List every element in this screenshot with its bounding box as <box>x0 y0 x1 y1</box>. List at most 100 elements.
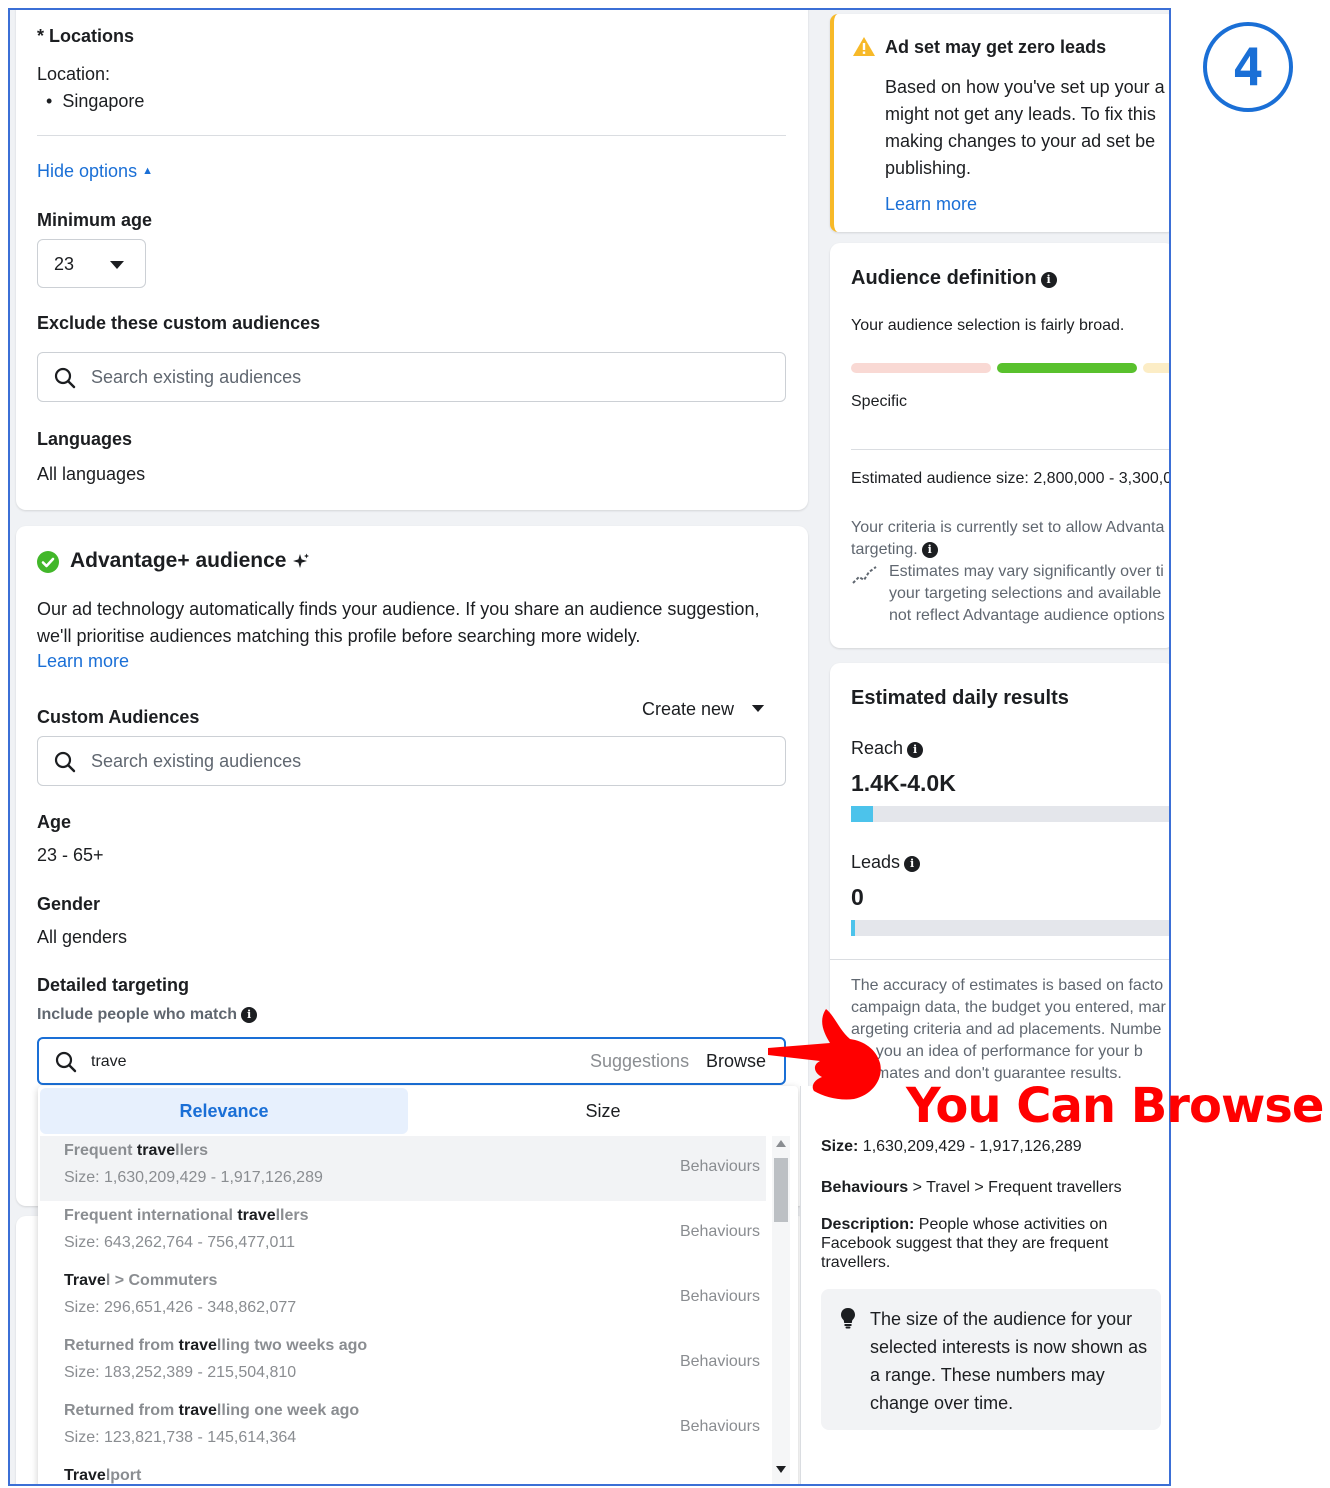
divider <box>851 449 1169 450</box>
detailed-targeting-label: Detailed targeting <box>37 975 190 995</box>
list-item-title: Travelport <box>64 1467 141 1484</box>
list-item-category: Behaviours <box>679 1288 760 1305</box>
warning-card: Ad set may get zero leads Based on how y… <box>830 14 1169 232</box>
divider <box>37 135 786 136</box>
overlay-caption: You Can Browse <box>906 1078 1324 1134</box>
create-new-label: Create new <box>642 699 735 719</box>
pointing-hand-arrow-icon <box>768 1009 881 1100</box>
list-item[interactable]: Frequent international travellers Size: … <box>40 1201 766 1266</box>
bullet: • <box>46 91 63 111</box>
title-suffix: lling one week ago <box>216 1402 360 1419</box>
meter-defined-segment <box>997 363 1137 373</box>
tab-size[interactable]: Size <box>418 1088 788 1134</box>
step-number: 4 <box>1232 38 1264 98</box>
suggestions-tab[interactable]: Suggestions <box>590 1051 689 1072</box>
exclude-label: Exclude these custom audiences <box>37 313 321 333</box>
location-item: • Singapore <box>46 91 144 112</box>
info-icon[interactable]: i <box>241 1007 258 1023</box>
list-item[interactable]: Returned from travelling two weeks ago S… <box>40 1331 766 1396</box>
list-item-title: Frequent international travellers <box>64 1207 309 1225</box>
custom-audiences-placeholder: Search existing audiences <box>91 751 302 771</box>
suggestion-detail-panel: Size: 1,630,209,429 - 1,917,126,289 Beha… <box>800 1086 1169 1484</box>
list-item-size: Size: 183,252,389 - 215,504,810 <box>64 1364 297 1381</box>
targeting-suggestions-dropdown: Relevance Size Frequent travellers Size:… <box>38 1086 798 1484</box>
tab-relevance-label: Relevance <box>179 1101 269 1121</box>
scrollbar-thumb[interactable] <box>774 1158 788 1222</box>
include-people-label: Include people who match i <box>37 1006 258 1024</box>
lightbulb-icon <box>841 1308 855 1329</box>
exclude-placeholder: Search existing audiences <box>91 367 302 387</box>
exclude-search-input[interactable]: Search existing audiences <box>37 352 786 402</box>
gender-value[interactable]: All genders <box>37 927 127 948</box>
locations-label: * Locations <box>37 26 135 46</box>
detail-size-label: Size: <box>821 1138 859 1155</box>
detail-tip-text: The size of the audience for your select… <box>870 1309 1148 1413</box>
title-match: Trave <box>64 1272 106 1289</box>
caret-up-icon: ▲ <box>142 165 153 177</box>
warning-title: Ad set may get zero leads <box>885 37 1107 57</box>
info-icon[interactable]: i <box>907 742 924 758</box>
search-icon <box>54 367 76 389</box>
create-new-dropdown[interactable]: Create new <box>642 699 765 720</box>
tab-relevance[interactable]: Relevance <box>40 1088 408 1134</box>
list-item[interactable]: Frequent travellers Size: 1,630,209,429 … <box>40 1136 766 1201</box>
title-suffix: llers <box>275 1207 309 1224</box>
title-match: trave <box>237 1207 276 1224</box>
list-item[interactable]: Travelport <box>40 1461 766 1484</box>
leads-bar <box>851 920 1169 936</box>
meter-broad-segment <box>1143 363 1169 373</box>
results-scrollbar[interactable] <box>772 1136 790 1484</box>
list-item-category: Behaviours <box>679 1223 760 1240</box>
advantage-description: Our ad technology automatically finds yo… <box>37 599 760 646</box>
detail-path-root: Behaviours <box>821 1179 909 1196</box>
scroll-down-icon[interactable] <box>776 1466 786 1473</box>
sparkle-icon <box>293 553 309 568</box>
info-icon[interactable]: i <box>1040 272 1057 288</box>
custom-audiences-label: Custom Audiences <box>37 707 200 727</box>
detail-description-label: Description: <box>821 1216 915 1233</box>
languages-label: Languages <box>37 429 133 449</box>
audience-definition-card: Audience definition i Your audience selec… <box>830 243 1171 648</box>
title-suffix: l > Commuters <box>105 1272 218 1289</box>
info-icon[interactable]: i <box>921 542 938 558</box>
audience-definition-title: Audience definition i <box>851 267 1057 290</box>
daily-results-title: Estimated daily results <box>851 687 1069 709</box>
detailed-targeting-search-input[interactable]: trave Suggestions Browse <box>37 1037 786 1085</box>
reach-label: Reach i <box>851 738 924 759</box>
leads-value: 0 <box>851 884 864 910</box>
warning-body: Based on how you've set up your a might … <box>885 77 1165 178</box>
title-match: trave <box>178 1337 217 1354</box>
estimated-size-text: Estimated audience size: 2,800,000 - 3,3… <box>851 470 1171 487</box>
title-match: Trave <box>64 1467 106 1484</box>
scroll-up-icon[interactable] <box>776 1140 786 1147</box>
location-label: Location: <box>37 64 111 84</box>
list-item-title: Returned from travelling one week ago <box>64 1402 359 1420</box>
detail-size-value: 1,630,209,429 - 1,917,126,289 <box>862 1138 1082 1155</box>
list-item-size: Size: 643,262,764 - 756,477,011 <box>64 1234 295 1251</box>
reach-bar <box>851 806 1169 822</box>
list-item[interactable]: Returned from travelling one week ago Si… <box>40 1396 766 1461</box>
search-icon <box>55 1051 77 1073</box>
detail-path-rest: > Travel > Frequent travellers <box>908 1179 1122 1196</box>
leads-label: Leads i <box>851 852 921 873</box>
caret-down-icon <box>110 261 124 269</box>
custom-audiences-search-input[interactable]: Search existing audiences <box>37 736 786 786</box>
browse-tab[interactable]: Browse <box>706 1051 766 1072</box>
gender-label: Gender <box>37 894 101 914</box>
languages-value[interactable]: All languages <box>37 464 145 485</box>
step-badge: 4 <box>1203 22 1293 112</box>
advantage-learn-more-link[interactable]: Learn more <box>37 651 129 672</box>
list-item-category: Behaviours <box>679 1418 760 1435</box>
age-label: Age <box>37 812 72 832</box>
list-item[interactable]: Travel > Commuters Size: 296,651,426 - 3… <box>40 1266 766 1331</box>
min-age-select[interactable]: 23 <box>37 239 146 288</box>
list-item-size: Size: 123,821,738 - 145,614,364 <box>64 1429 297 1446</box>
hide-options-link[interactable]: Hide options ▲ <box>37 161 153 182</box>
caret-down-icon <box>751 705 765 712</box>
age-value[interactable]: 23 - 65+ <box>37 845 104 866</box>
advantage-title: Advantage+ audience <box>70 549 287 572</box>
reach-bar-fill <box>851 806 873 822</box>
info-icon[interactable]: i <box>904 856 921 872</box>
search-icon <box>54 751 76 773</box>
warning-learn-more-link[interactable]: Learn more <box>885 194 977 215</box>
